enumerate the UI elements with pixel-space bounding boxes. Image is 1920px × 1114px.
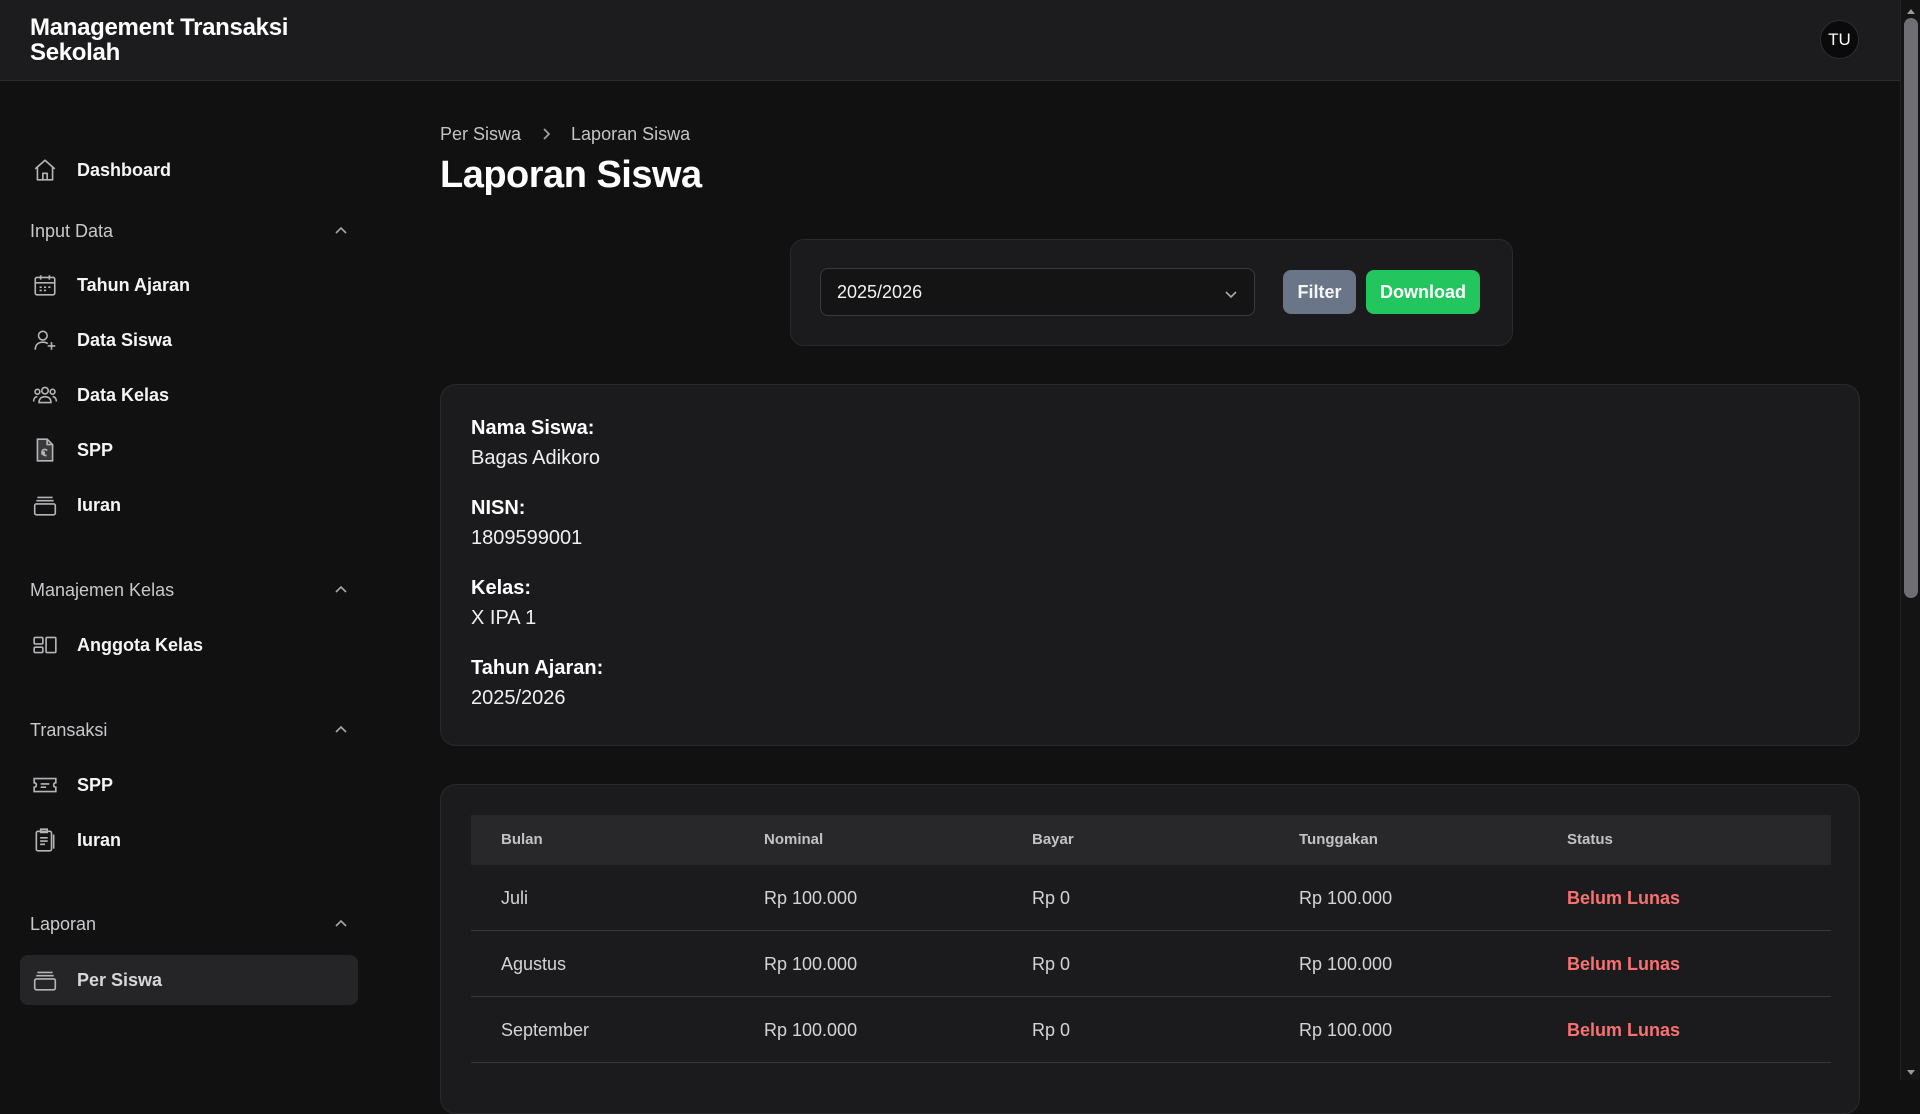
column-header-month: Bulan <box>501 831 543 848</box>
column-header-nominal: Nominal <box>764 831 824 848</box>
section-title: Input Data <box>30 220 114 241</box>
file-currency-icon <box>32 437 58 463</box>
cell-month: September <box>501 1020 590 1040</box>
breadcrumb-current: Laporan Siswa <box>571 123 691 144</box>
cell-nominal: Rp 100.000 <box>764 1020 858 1040</box>
layout-icon <box>32 632 58 658</box>
status-badge: Belum Lunas <box>1567 888 1681 908</box>
payment-table-card: Bulan Nominal Bayar Tunggakan Status Jul… <box>440 784 1860 1114</box>
sidebar-item-label: SPP <box>77 439 114 460</box>
section-title: Laporan <box>30 913 97 934</box>
page-scrollbar[interactable] <box>1900 0 1920 1080</box>
cell-month: Agustus <box>501 954 567 974</box>
user-avatar[interactable]: TU <box>1820 20 1859 59</box>
field-label: NISN: <box>471 497 526 519</box>
chevron-up-icon <box>334 917 348 931</box>
chevron-right-icon <box>539 127 553 141</box>
section-title: Manajemen Kelas <box>30 579 175 600</box>
sidebar-item-anggota-kelas[interactable]: Anggota Kelas <box>20 620 358 670</box>
sidebar-item-label: Iuran <box>77 494 122 515</box>
filter-card: 2025/2026 Filter Download <box>790 239 1513 346</box>
cell-arrears: Rp 100.000 <box>1299 888 1393 908</box>
student-name-field: Nama Siswa: Bagas Adikoro <box>471 413 600 473</box>
sidebar-item-iuran[interactable]: Iuran <box>20 480 358 530</box>
student-year-field: Tahun Ajaran: 2025/2026 <box>471 653 603 713</box>
users-group-icon <box>32 382 58 408</box>
cell-paid: Rp 0 <box>1032 954 1071 974</box>
student-class-field: Kelas: X IPA 1 <box>471 573 536 633</box>
field-label: Kelas: <box>471 577 532 599</box>
user-plus-icon <box>32 327 58 353</box>
cell-paid: Rp 0 <box>1032 1020 1071 1040</box>
chevron-up-icon <box>334 224 348 238</box>
cell-nominal: Rp 100.000 <box>764 954 858 974</box>
student-info-card: Nama Siswa: Bagas Adikoro NISN: 18095990… <box>440 384 1860 746</box>
cell-paid: Rp 0 <box>1032 888 1071 908</box>
sidebar-item-data-siswa[interactable]: Data Siswa <box>20 315 358 365</box>
box-icon <box>32 492 58 518</box>
field-value: 2025/2026 <box>471 687 566 709</box>
sidebar-item-label: SPP <box>77 774 114 795</box>
cell-month: Juli <box>501 888 529 908</box>
download-button[interactable]: Download <box>1366 270 1480 314</box>
sidebar-item-per-siswa[interactable]: Per Siswa <box>20 955 358 1005</box>
status-badge: Belum Lunas <box>1567 954 1681 974</box>
year-select-value: 2025/2026 <box>837 281 923 302</box>
sidebar-item-transaksi-spp[interactable]: SPP <box>20 760 358 810</box>
chevron-down-icon <box>1224 285 1238 299</box>
app-title: Management Transaksi Sekolah <box>30 14 289 66</box>
sidebar-item-label: Per Siswa <box>77 969 163 990</box>
field-value: X IPA 1 <box>471 607 537 629</box>
sidebar-item-data-kelas[interactable]: Data Kelas <box>20 370 358 420</box>
sidebar-item-spp[interactable]: SPP <box>20 425 358 475</box>
sidebar-item-label: Data Siswa <box>77 329 173 350</box>
table-header: Bulan Nominal Bayar Tunggakan Status <box>471 815 1831 865</box>
chevron-up-icon <box>334 723 348 737</box>
table-row: Juli Rp 100.000 Rp 0 Rp 100.000 Belum Lu… <box>471 865 1831 931</box>
field-value: Bagas Adikoro <box>471 447 600 469</box>
year-select[interactable]: 2025/2026 <box>820 268 1255 316</box>
home-icon <box>32 157 58 183</box>
field-label: Tahun Ajaran: <box>471 657 604 679</box>
scroll-down-arrow-icon[interactable] <box>1906 1064 1916 1075</box>
student-nisn-field: NISN: 1809599001 <box>471 493 582 553</box>
sidebar-item-tahun-ajaran[interactable]: Tahun Ajaran <box>20 260 358 310</box>
scroll-up-arrow-icon[interactable] <box>1906 4 1916 14</box>
filter-button[interactable]: Filter <box>1283 270 1356 314</box>
column-header-status: Status <box>1567 831 1613 848</box>
sidebar-item-label: Iuran <box>77 829 122 850</box>
section-toggle-laporan[interactable]: Laporan <box>30 909 348 939</box>
table-row: Agustus Rp 100.000 Rp 0 Rp 100.000 Belum… <box>471 931 1831 997</box>
table-row: September Rp 100.000 Rp 0 Rp 100.000 Bel… <box>471 997 1831 1063</box>
cell-arrears: Rp 100.000 <box>1299 954 1393 974</box>
column-header-paid: Bayar <box>1032 831 1074 848</box>
clipboard-icon <box>32 827 58 853</box>
field-label: Nama Siswa: <box>471 417 595 439</box>
section-toggle-input-data[interactable]: Input Data <box>30 216 348 246</box>
box-icon <box>32 967 58 993</box>
sidebar-item-transaksi-iuran[interactable]: Iuran <box>20 815 358 865</box>
top-bar: Management Transaksi Sekolah TU <box>0 0 1900 81</box>
sidebar-item-label: Tahun Ajaran <box>77 274 191 295</box>
sidebar-item-label: Data Kelas <box>77 384 170 405</box>
section-title: Transaksi <box>30 719 108 740</box>
breadcrumb: Per Siswa Laporan Siswa <box>440 122 690 146</box>
calendar-icon <box>32 272 58 298</box>
sidebar: Dashboard Input Data Tahun Ajaran Data S… <box>0 82 370 1080</box>
sidebar-item-dashboard[interactable]: Dashboard <box>20 145 358 195</box>
page-title: Laporan Siswa <box>440 154 702 196</box>
status-badge: Belum Lunas <box>1567 1020 1681 1040</box>
section-toggle-transaksi[interactable]: Transaksi <box>30 715 348 745</box>
scrollbar-thumb[interactable] <box>1904 18 1918 598</box>
ticket-icon <box>32 772 58 798</box>
sidebar-item-label: Dashboard <box>77 159 172 180</box>
field-value: 1809599001 <box>471 527 583 549</box>
breadcrumb-link[interactable]: Per Siswa <box>440 124 521 145</box>
chevron-up-icon <box>334 583 348 597</box>
section-toggle-manajemen-kelas[interactable]: Manajemen Kelas <box>30 575 348 605</box>
cell-nominal: Rp 100.000 <box>764 888 858 908</box>
column-header-arrears: Tunggakan <box>1299 831 1378 848</box>
sidebar-item-label: Anggota Kelas <box>77 634 204 655</box>
cell-arrears: Rp 100.000 <box>1299 1020 1393 1040</box>
